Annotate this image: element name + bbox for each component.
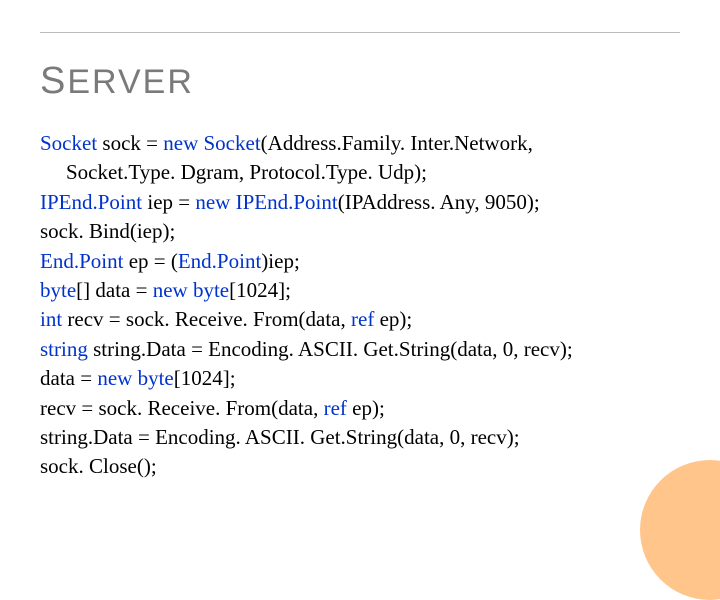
- kw-ipendpoint: IPEnd.Point: [40, 190, 142, 214]
- kw-ref: ref: [324, 396, 347, 420]
- code-line-7: int recv = sock. Receive. From(data, ref…: [40, 305, 680, 334]
- code-line-11: string.Data = Encoding. ASCII. Get.Strin…: [40, 423, 680, 452]
- kw-ref: ref: [351, 307, 374, 331]
- text: data =: [40, 366, 97, 390]
- code-line-12: sock. Close();: [40, 452, 680, 481]
- text: ep);: [347, 396, 385, 420]
- kw-string: string: [40, 337, 88, 361]
- text: (Address.Family. Inter.Network,: [261, 131, 533, 155]
- code-line-9: data = new byte[1024];: [40, 364, 680, 393]
- text: [1024];: [229, 278, 291, 302]
- kw-byte: byte: [40, 278, 76, 302]
- text: recv = sock. Receive. From(data,: [40, 396, 324, 420]
- text: ep);: [374, 307, 412, 331]
- kw-endpoint: End.Point: [40, 249, 123, 273]
- kw-new: new: [163, 131, 198, 155]
- text: sock. Bind(iep);: [40, 219, 175, 243]
- kw-byte: byte: [193, 278, 229, 302]
- text: string.Data = Encoding. ASCII. Get.Strin…: [88, 337, 573, 361]
- title-first-letter: S: [40, 60, 67, 102]
- kw-new: new: [195, 190, 230, 214]
- text: recv = sock. Receive. From(data,: [62, 307, 351, 331]
- kw-endpoint: End.Point: [178, 249, 261, 273]
- kw-int: int: [40, 307, 62, 331]
- code-block: Socket sock = new Socket(Address.Family.…: [40, 129, 680, 482]
- code-line-4: sock. Bind(iep);: [40, 217, 680, 246]
- code-line-10: recv = sock. Receive. From(data, ref ep)…: [40, 394, 680, 423]
- kw-new: new: [153, 278, 188, 302]
- title-rest: ERVER: [67, 63, 194, 101]
- text: string.Data = Encoding. ASCII. Get.Strin…: [40, 425, 520, 449]
- code-line-5: End.Point ep = (End.Point)iep;: [40, 247, 680, 276]
- text: iep =: [142, 190, 195, 214]
- kw-ipendpoint: IPEnd.Point: [236, 190, 338, 214]
- slide-title: SERVER: [40, 60, 680, 103]
- code-line-1: Socket sock = new Socket(Address.Family.…: [40, 129, 680, 158]
- code-line-6: byte[] data = new byte[1024];: [40, 276, 680, 305]
- code-line-8: string string.Data = Encoding. ASCII. Ge…: [40, 335, 680, 364]
- text: [] data =: [76, 278, 153, 302]
- text: [1024];: [174, 366, 236, 390]
- kw-byte: byte: [138, 366, 174, 390]
- code-line-2: Socket.Type. Dgram, Protocol.Type. Udp);: [66, 158, 680, 187]
- text: )iep;: [261, 249, 299, 273]
- code-line-3: IPEnd.Point iep = new IPEnd.Point(IPAddr…: [40, 188, 680, 217]
- text: sock =: [97, 131, 163, 155]
- kw-socket: Socket: [204, 131, 261, 155]
- text: (IPAddress. Any, 9050);: [338, 190, 540, 214]
- slide: SERVER Socket sock = new Socket(Address.…: [0, 0, 720, 540]
- top-border: [40, 32, 680, 33]
- kw-socket: Socket: [40, 131, 97, 155]
- kw-new: new: [97, 366, 132, 390]
- text: Socket.Type. Dgram, Protocol.Type. Udp);: [66, 160, 427, 184]
- text: ep = (: [123, 249, 177, 273]
- text: sock. Close();: [40, 454, 157, 478]
